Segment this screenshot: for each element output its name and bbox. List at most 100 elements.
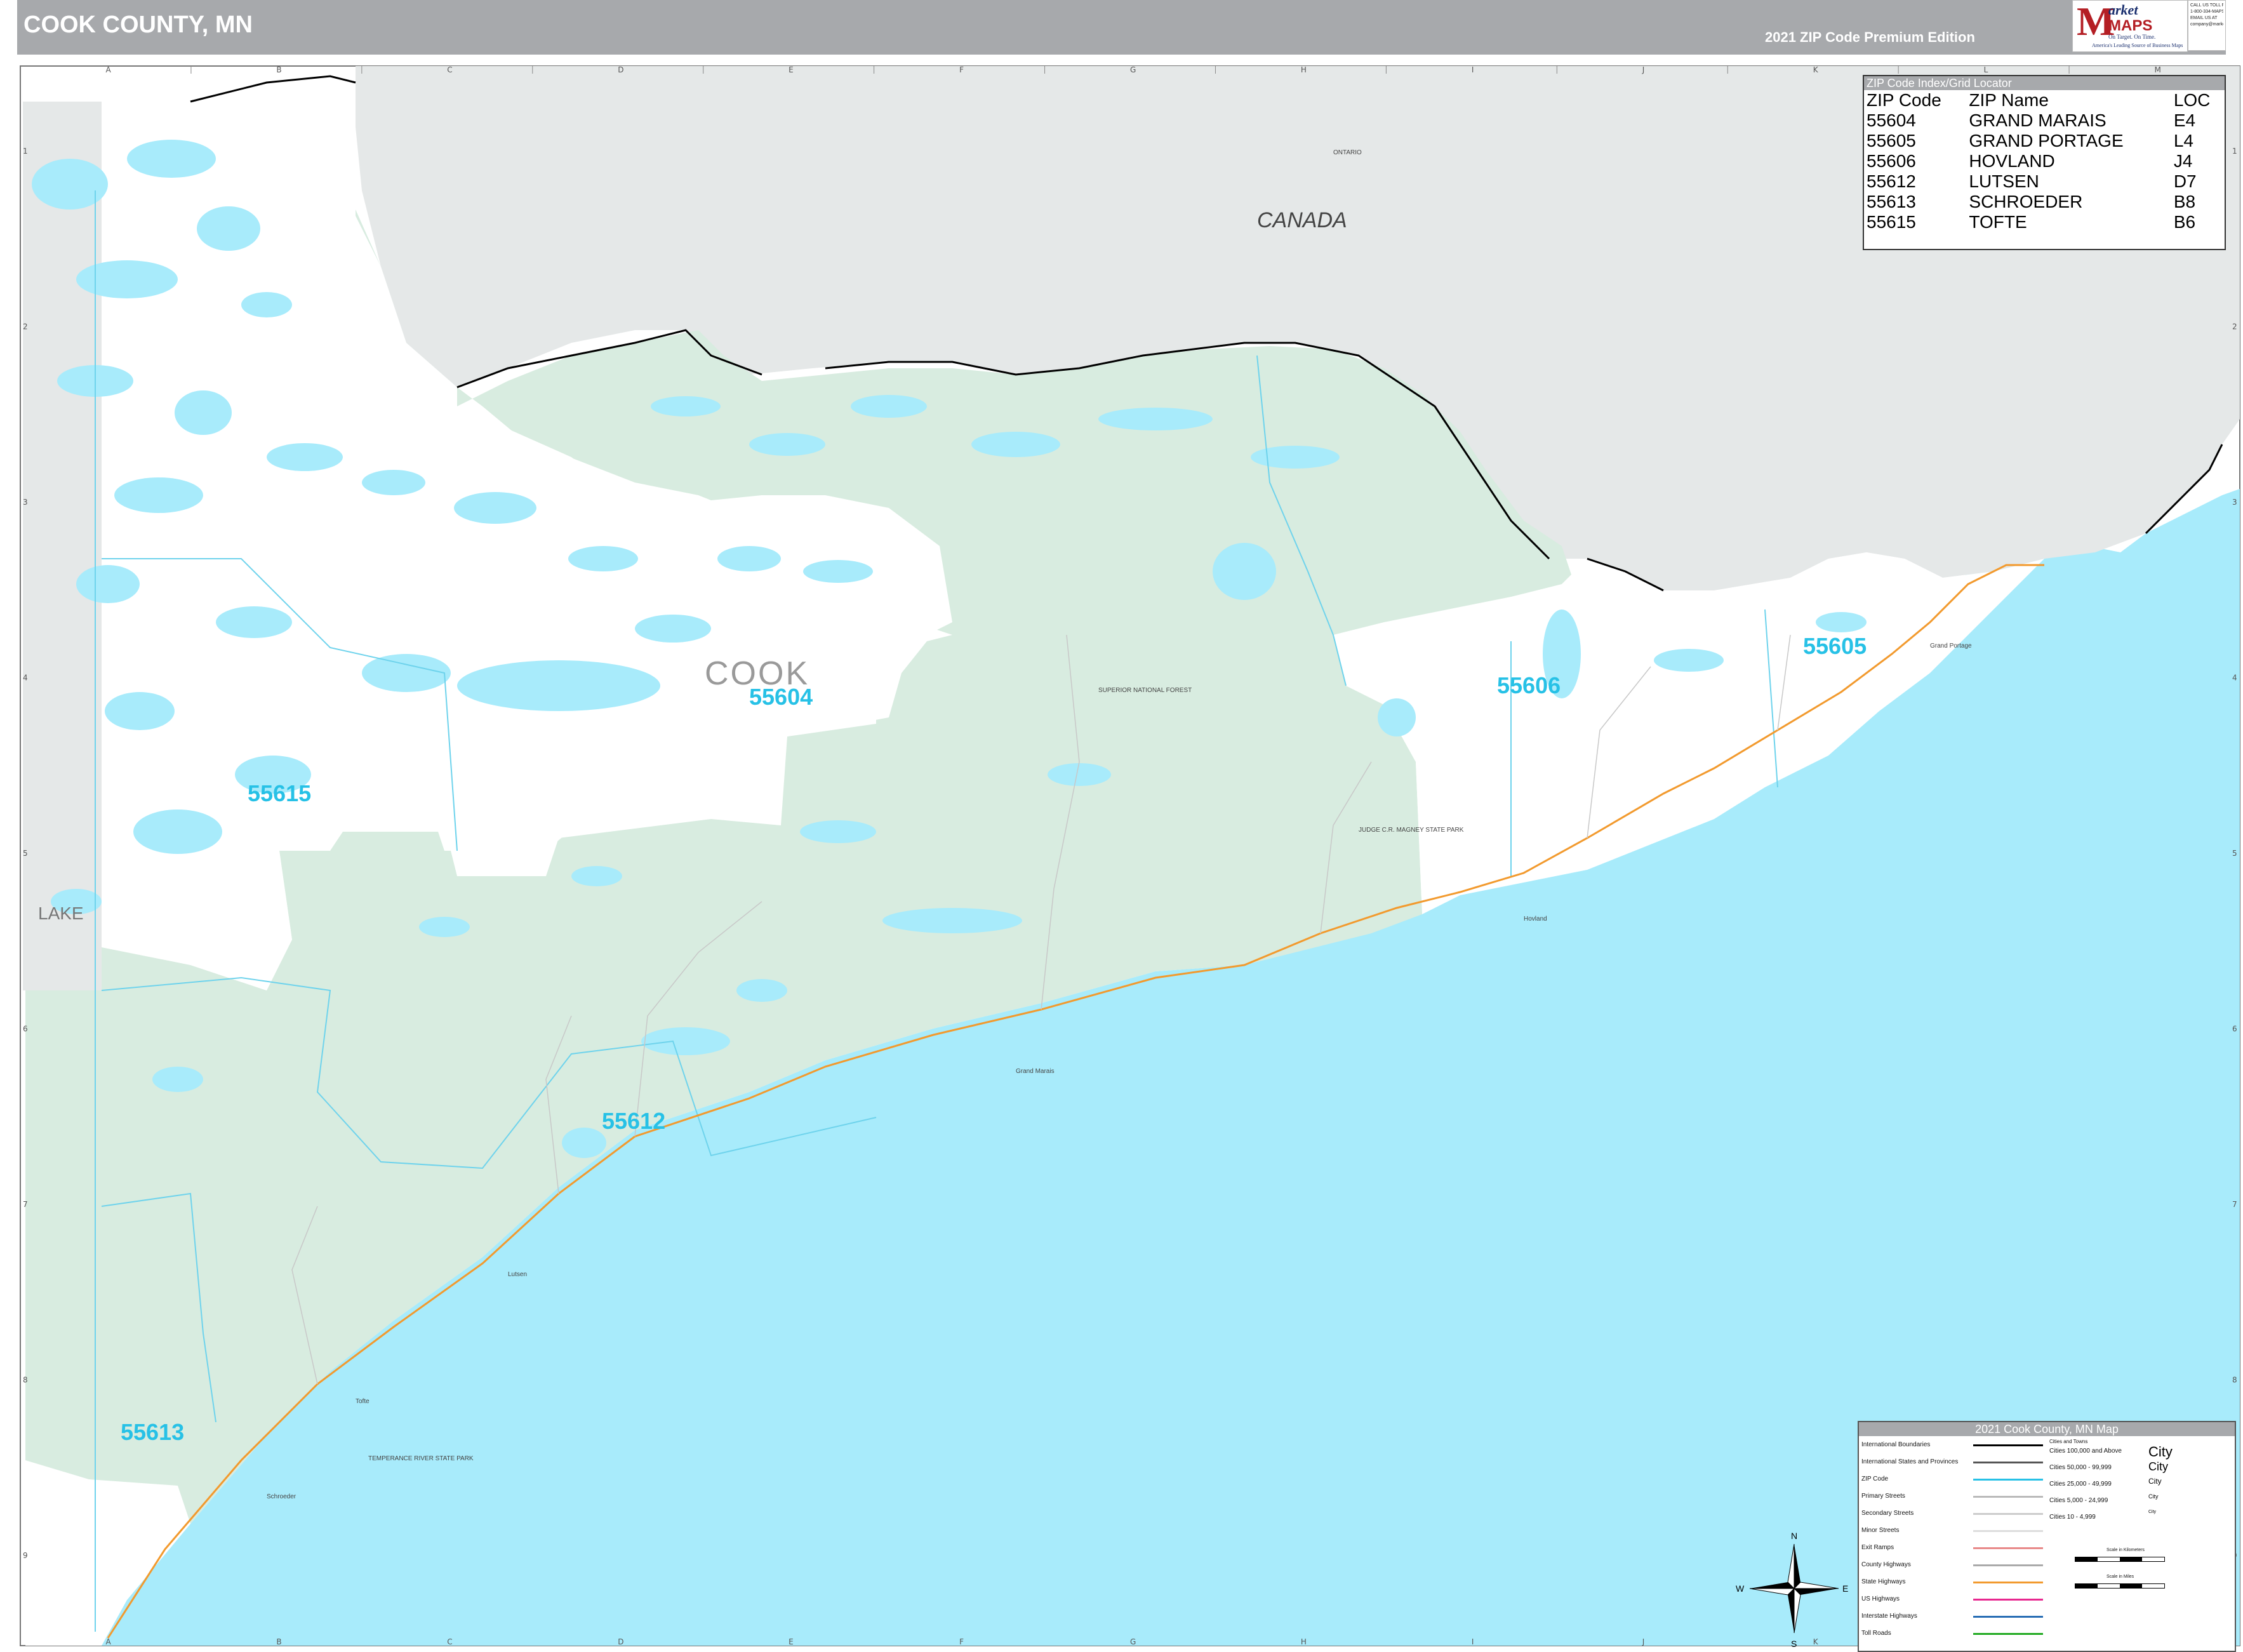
legend-item-label: Toll Roads <box>1861 1630 1891 1637</box>
town-tofte: Tofte <box>356 1398 369 1405</box>
grid-row-label: 2 <box>23 323 28 331</box>
grid-column-label: C <box>447 1637 452 1646</box>
grid-column-label: G <box>1130 1637 1136 1646</box>
grid-row-label: 8 <box>23 1375 28 1384</box>
grid-column-label: J <box>1642 65 1645 74</box>
legend-item-label: US Highways <box>1861 1595 1900 1602</box>
town-hovland: Hovland <box>1524 916 1547 923</box>
zip-header-name: ZIP Name <box>1969 90 2049 110</box>
compass-n: N <box>1791 1531 1797 1541</box>
zip-header-code: ZIP Code <box>1867 90 1941 110</box>
zip-row: 55606 HOVLAND J4 <box>1864 151 2225 171</box>
zip-loc: E4 <box>2173 110 2196 130</box>
zip-code: 55605 <box>1867 131 1916 150</box>
legend-city-sample: City <box>2148 1444 2173 1460</box>
zip-label-55604: 55604 <box>749 684 813 710</box>
legend-item-label: County Highways <box>1861 1561 1911 1568</box>
zip-row: 55604 GRAND MARAIS E4 <box>1864 110 2225 131</box>
grid-row-label: 4 <box>2232 674 2237 683</box>
grid-row-label: 8 <box>2232 1375 2237 1384</box>
grid-column-label: D <box>618 65 623 74</box>
grid-column-label: A <box>105 1637 111 1646</box>
legend-item-label: Interstate Highways <box>1861 1613 1917 1620</box>
contact-line: CALL US TOLL FREE <box>2190 3 2223 8</box>
legend-item-swatch <box>1973 1582 2043 1583</box>
state-park-label-1: JUDGE C.R. MAGNEY STATE PARK <box>1359 827 1464 834</box>
grid-column-label: H <box>1301 65 1307 74</box>
zip-code: 55613 <box>1867 192 1916 211</box>
zip-row: 55615 TOFTE B6 <box>1864 212 2225 232</box>
legend-item-swatch <box>1973 1564 2043 1566</box>
compass-s: S <box>1791 1639 1797 1649</box>
zip-code: 55606 <box>1867 151 1916 171</box>
grid-column-label: L <box>1984 65 1988 74</box>
legend-item-label: Exit Ramps <box>1861 1544 1894 1551</box>
grid-row-label: 7 <box>2232 1200 2237 1209</box>
scale-bar-km <box>2075 1557 2165 1562</box>
zip-row: 55612 LUTSEN D7 <box>1864 171 2225 192</box>
scale-mi-label: Scale in Miles <box>2107 1575 2134 1579</box>
legend-city-label: Cities 25,000 - 49,999 <box>2049 1481 2112 1488</box>
grid-column-label: K <box>1813 65 1819 74</box>
zip-label-55613: 55613 <box>121 1419 184 1445</box>
market-maps-logo: M arket MAPS On Target. On Time. America… <box>2072 0 2188 52</box>
legend-city-label: Cities 10 - 4,999 <box>2049 1514 2096 1521</box>
legend-item-label: Minor Streets <box>1861 1527 1900 1534</box>
zip-name: SCHROEDER <box>1969 192 2083 211</box>
zip-loc: L4 <box>2173 131 2193 150</box>
grid-column-label: E <box>789 1637 794 1646</box>
grid-column-label: E <box>789 65 794 74</box>
zip-row: 55613 SCHROEDER B8 <box>1864 192 2225 212</box>
grid-column-label: I <box>1472 65 1474 74</box>
legend-city-sample: City <box>2148 1510 2157 1514</box>
grid-column-label: B <box>276 1637 281 1646</box>
legend-city-sample: City <box>2148 1460 2168 1473</box>
legend-item-swatch <box>1973 1616 2043 1618</box>
zip-code: 55612 <box>1867 171 1916 191</box>
grid-row-label: 9 <box>23 1551 28 1560</box>
zip-label-55605: 55605 <box>1803 633 1867 659</box>
legend-city-label: Cities 5,000 - 24,999 <box>2049 1497 2108 1504</box>
legend-title: 2021 Cook County, MN Map <box>1859 1422 2235 1436</box>
page-title: COOK COUNTY, MN <box>23 11 253 38</box>
map-legend: 2021 Cook County, MN Map International B… <box>1858 1421 2236 1652</box>
grid-row-label: 3 <box>23 498 28 507</box>
legend-city-label: Cities 100,000 and Above <box>2049 1448 2122 1455</box>
logo-brand: MAPS <box>2108 17 2153 34</box>
grid-column-label: B <box>276 65 281 74</box>
town-grand-portage: Grand Portage <box>1930 643 1972 649</box>
town-grand-marais: Grand Marais <box>1016 1068 1055 1075</box>
grid-row-label: 1 <box>2232 147 2237 156</box>
zip-name: TOFTE <box>1969 212 2027 232</box>
zip-code: 55615 <box>1867 212 1916 232</box>
zip-label-55612: 55612 <box>602 1108 665 1134</box>
grid-row-label: 1 <box>23 147 28 156</box>
grid-column-label: D <box>618 1637 623 1646</box>
grid-row-label: 2 <box>2232 323 2237 331</box>
grid-row-label: 4 <box>23 674 28 683</box>
contact-line: EMAIL US AT <box>2190 16 2218 20</box>
legend-item-label: International States and Provinces <box>1861 1458 1959 1465</box>
zip-name: HOVLAND <box>1969 151 2055 171</box>
contact-line: 1-800-334-MAPS <box>2190 10 2223 14</box>
edition-label: 2021 ZIP Code Premium Edition <box>1765 29 1975 45</box>
legend-item-swatch <box>1973 1462 2043 1463</box>
legend-city-sample: City <box>2148 1493 2159 1500</box>
zip-name: LUTSEN <box>1969 171 2039 191</box>
grid-column-label: F <box>959 65 964 74</box>
grid-column-label: C <box>447 65 452 74</box>
zip-loc: B8 <box>2173 192 2196 211</box>
scale-km-label: Scale in Kilometers <box>2107 1548 2145 1552</box>
scale-bar-mi <box>2075 1583 2165 1589</box>
legend-city-label: Cities 50,000 - 99,999 <box>2049 1464 2112 1471</box>
legend-item-label: Secondary Streets <box>1861 1510 1914 1517</box>
grid-column-label: K <box>1813 1637 1819 1646</box>
zip-label-55606: 55606 <box>1497 672 1561 698</box>
logo-tagline-2: America's Leading Source of Business Map… <box>2092 43 2183 48</box>
legend-item-swatch <box>1973 1444 2043 1446</box>
grid-column-label: G <box>1130 65 1136 74</box>
town-schroeder: Schroeder <box>267 1493 296 1500</box>
zip-name: GRAND MARAIS <box>1969 110 2107 130</box>
compass-e: E <box>1842 1583 1848 1594</box>
zip-loc: B6 <box>2173 212 2196 232</box>
